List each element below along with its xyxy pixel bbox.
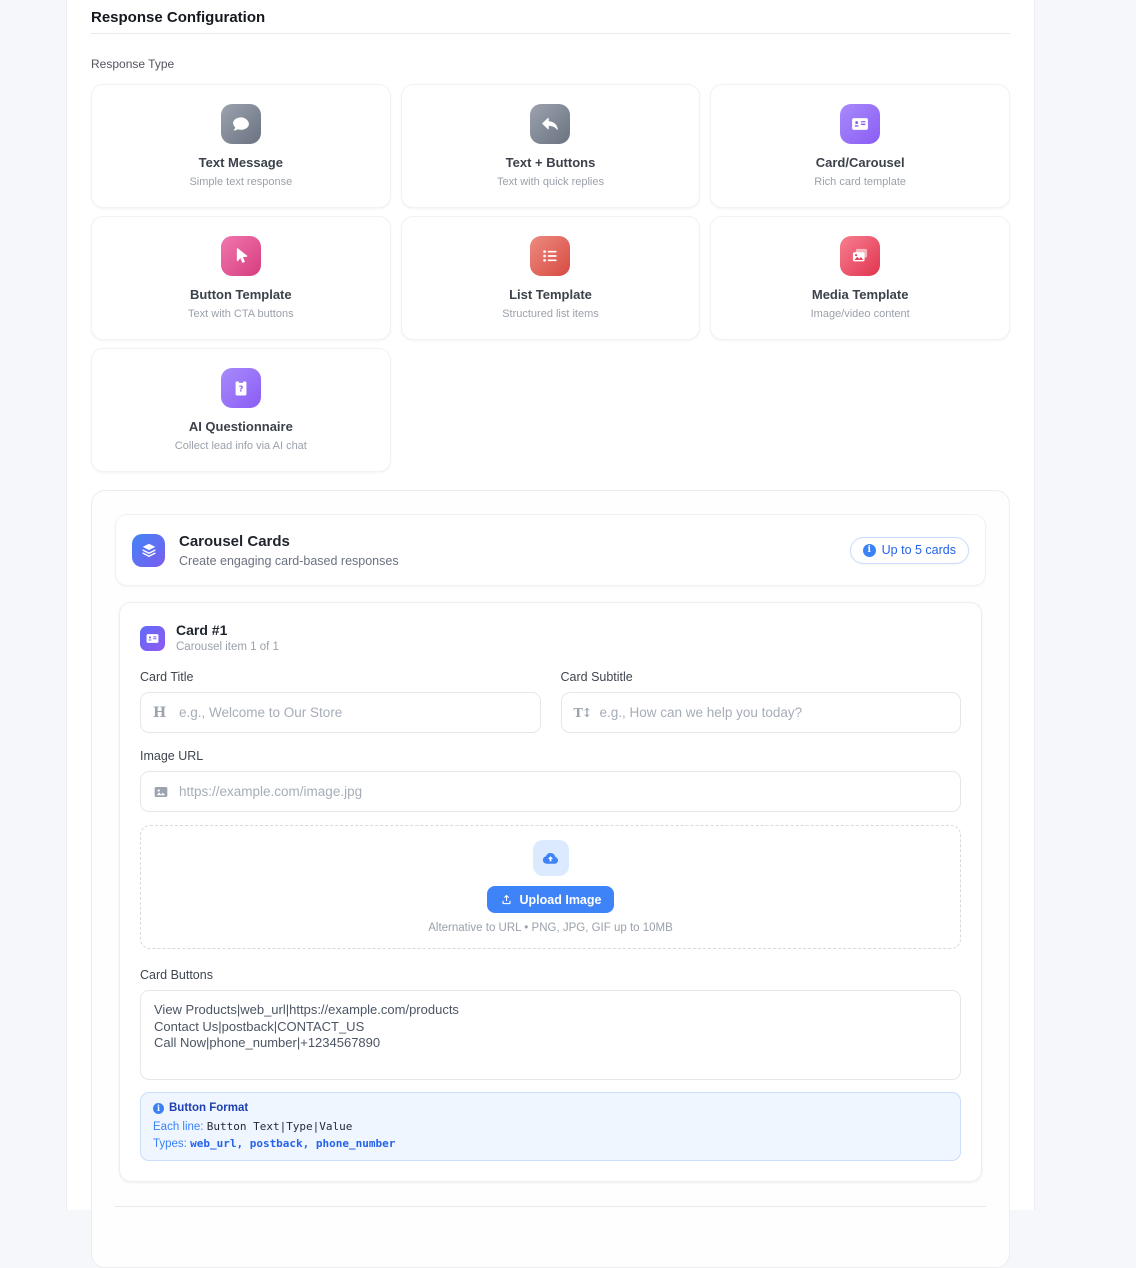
response-type-card-media-template[interactable]: Media Template Image/video content	[710, 216, 1010, 340]
response-type-title: Media Template	[811, 287, 909, 302]
text-height-icon	[574, 706, 592, 719]
card-title-input[interactable]	[140, 692, 541, 733]
response-type-description: Collect lead info via AI chat	[174, 440, 307, 452]
info-icon	[153, 1102, 164, 1114]
image-upload-dropzone[interactable]: Upload Image Alternative to URL • PNG, J…	[140, 825, 961, 949]
response-type-description: Text with quick replies	[496, 176, 604, 188]
card-limit-badge-label: Up to 5 cards	[881, 543, 956, 557]
page-title: Response Configuration	[91, 9, 266, 26]
response-type-card-ai-questionnaire[interactable]: ? AI Questionnaire Collect lead info via…	[91, 348, 391, 472]
response-type-title: Card/Carousel	[815, 155, 905, 170]
types-value: web_url, postback, phone_number	[190, 1137, 396, 1150]
response-type-title: Button Template	[190, 287, 292, 302]
response-type-title: Text + Buttons	[505, 155, 596, 170]
id-card-icon	[840, 104, 881, 144]
button-format-title: Button Format	[169, 1102, 249, 1114]
media-photos-icon	[840, 236, 881, 276]
clipboard-question-icon: ?	[220, 368, 261, 408]
types-label: Types:	[153, 1138, 187, 1150]
card-subtitle-label: Card Subtitle	[560, 670, 633, 684]
id-card-icon	[140, 626, 165, 651]
section-divider	[115, 1206, 986, 1207]
response-type-description: Text with CTA buttons	[188, 308, 294, 320]
button-format-line: Each line: Button Text|Type|Value	[153, 1120, 948, 1134]
heading-icon	[153, 706, 166, 720]
upload-hint: Alternative to URL • PNG, JPG, GIF up to…	[428, 922, 673, 934]
card-limit-badge: Up to 5 cards	[849, 536, 969, 564]
response-type-card-button-template[interactable]: Button Template Text with CTA buttons	[91, 216, 391, 340]
button-format-title-row: Button Format	[153, 1102, 948, 1114]
upload-image-button-label: Upload Image	[519, 892, 602, 907]
carousel-section: Carousel Cards Create engaging card-base…	[91, 490, 1010, 1268]
carousel-card-editor: Card #1 Carousel item 1 of 1 Card Title …	[119, 602, 982, 1182]
layers-icon	[132, 533, 165, 567]
card-buttons-textarea[interactable]: View Products|web_url|https://example.co…	[140, 990, 961, 1080]
response-configuration-panel: Response Configuration Response Type Tex…	[66, 0, 1035, 1268]
response-type-description: Rich card template	[814, 176, 907, 188]
each-line-code: Button Text|Type|Value	[206, 1120, 353, 1133]
svg-text:?: ?	[239, 384, 244, 393]
button-format-types: Types: web_url, postback, phone_number	[153, 1137, 948, 1151]
card-title-label: Card Title	[140, 670, 194, 684]
response-type-grid: Text Message Simple text response Text +…	[91, 84, 1010, 472]
title-subtitle-row: Card Title Card Subtitle	[140, 671, 961, 733]
response-type-card-text-buttons[interactable]: Text + Buttons Text with quick replies	[400, 84, 701, 208]
image-url-input[interactable]	[140, 771, 961, 812]
carousel-header-text: Carousel Cards Create engaging card-base…	[179, 533, 399, 568]
card-editor-title: Card #1	[176, 622, 228, 638]
response-type-description: Structured list items	[502, 308, 599, 320]
button-format-info-box: Button Format Each line: Button Text|Typ…	[140, 1092, 961, 1161]
card-editor-subtitle: Carousel item 1 of 1	[176, 641, 279, 653]
response-type-label: Response Type	[91, 57, 175, 71]
info-icon	[862, 543, 876, 557]
carousel-title: Carousel Cards	[179, 532, 290, 550]
carousel-subtitle: Create engaging card-based responses	[179, 553, 399, 568]
response-type-title: Text Message	[198, 155, 283, 170]
image-icon	[153, 784, 169, 800]
card-buttons-label: Card Buttons	[140, 968, 213, 982]
card-subtitle-input[interactable]	[560, 692, 961, 733]
cloud-upload-icon	[532, 840, 569, 876]
response-type-card-card-carousel[interactable]: Card/Carousel Rich card template	[710, 84, 1010, 208]
reply-arrow-icon	[530, 104, 571, 144]
image-url-label: Image URL	[140, 749, 204, 763]
chat-bubble-icon	[220, 104, 261, 144]
response-type-title: List Template	[509, 287, 592, 302]
upload-icon	[501, 894, 511, 905]
response-type-card-list-template[interactable]: List Template Structured list items	[400, 216, 701, 340]
response-type-description: Simple text response	[189, 176, 293, 188]
card-title-field: Card Title	[140, 671, 541, 733]
response-type-description: Image/video content	[810, 308, 910, 320]
carousel-header: Carousel Cards Create engaging card-base…	[115, 514, 986, 586]
card-editor-header: Card #1 Carousel item 1 of 1	[140, 623, 961, 654]
title-divider	[91, 33, 1010, 34]
card-editor-header-text: Card #1 Carousel item 1 of 1	[176, 623, 279, 654]
response-type-card-text-message[interactable]: Text Message Simple text response	[91, 84, 391, 208]
each-line-label: Each line:	[153, 1121, 204, 1133]
card-subtitle-field: Card Subtitle	[560, 670, 961, 733]
upload-image-button[interactable]: Upload Image	[486, 886, 615, 913]
image-url-field: Image URL	[140, 750, 961, 812]
mouse-pointer-icon	[220, 236, 261, 276]
response-type-title: AI Questionnaire	[188, 419, 293, 434]
list-icon	[530, 236, 571, 276]
